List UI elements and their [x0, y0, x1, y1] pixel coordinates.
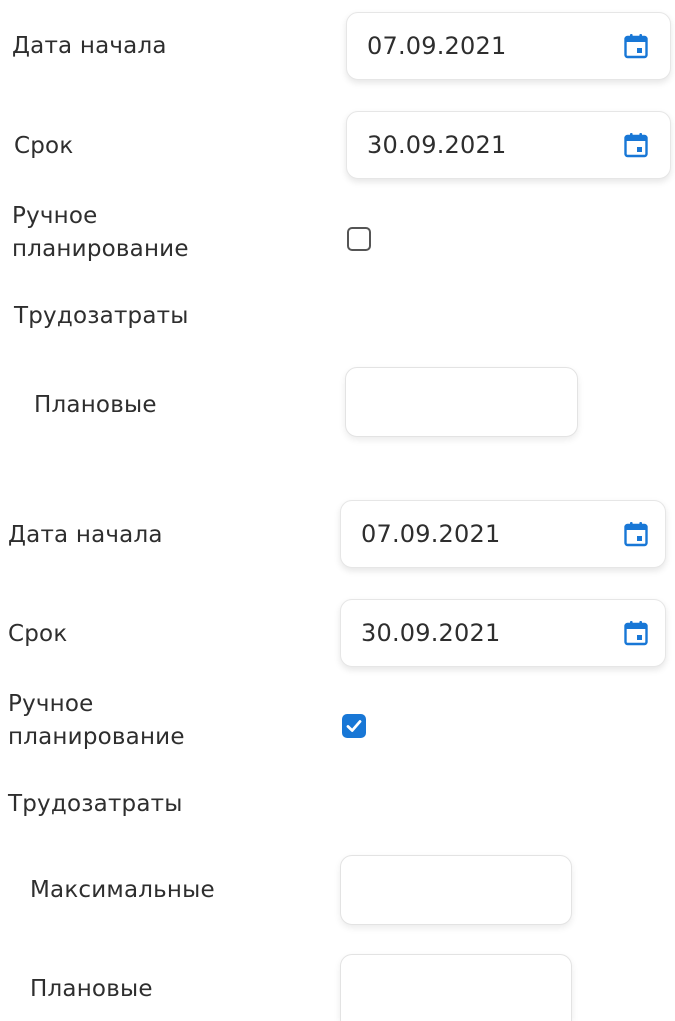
manual-planning-label-line2: планирование — [12, 236, 189, 263]
manual-planning-label-line2: планирование — [8, 724, 185, 751]
planned-label: Плановые — [34, 392, 157, 418]
start-date-field[interactable]: 07.09.2021 — [340, 500, 666, 568]
start-date-value: 07.09.2021 — [361, 520, 501, 548]
deadline-label: Срок — [8, 621, 68, 647]
labor-costs-label: Трудозатраты — [14, 303, 189, 329]
start-date-label: Дата начала — [8, 522, 163, 548]
calendar-icon[interactable] — [624, 33, 648, 59]
labor-costs-label: Трудозатраты — [8, 791, 183, 817]
deadline-value: 30.09.2021 — [361, 619, 501, 647]
planned-input[interactable] — [345, 367, 578, 437]
deadline-field[interactable]: 30.09.2021 — [346, 111, 671, 179]
manual-planning-label: Ручное планирование — [8, 688, 185, 755]
maximum-label: Максимальные — [30, 877, 215, 903]
checkmark-icon — [346, 720, 362, 732]
calendar-icon[interactable] — [624, 521, 648, 547]
deadline-label: Срок — [14, 133, 74, 159]
planned-label: Плановые — [30, 976, 153, 1002]
start-date-field[interactable]: 07.09.2021 — [346, 12, 671, 80]
calendar-icon[interactable] — [624, 620, 648, 646]
manual-planning-checkbox[interactable] — [342, 714, 366, 738]
start-date-value: 07.09.2021 — [367, 32, 507, 60]
manual-planning-label-line1: Ручное — [12, 203, 98, 229]
start-date-label: Дата начала — [12, 33, 167, 59]
manual-planning-label-line1: Ручное — [8, 691, 94, 717]
planned-input[interactable] — [340, 954, 572, 1021]
deadline-value: 30.09.2021 — [367, 131, 507, 159]
deadline-field[interactable]: 30.09.2021 — [340, 599, 666, 667]
manual-planning-label: Ручное планирование — [12, 200, 189, 267]
maximum-input[interactable] — [340, 855, 572, 925]
calendar-icon[interactable] — [624, 132, 648, 158]
manual-planning-checkbox[interactable] — [347, 227, 371, 251]
